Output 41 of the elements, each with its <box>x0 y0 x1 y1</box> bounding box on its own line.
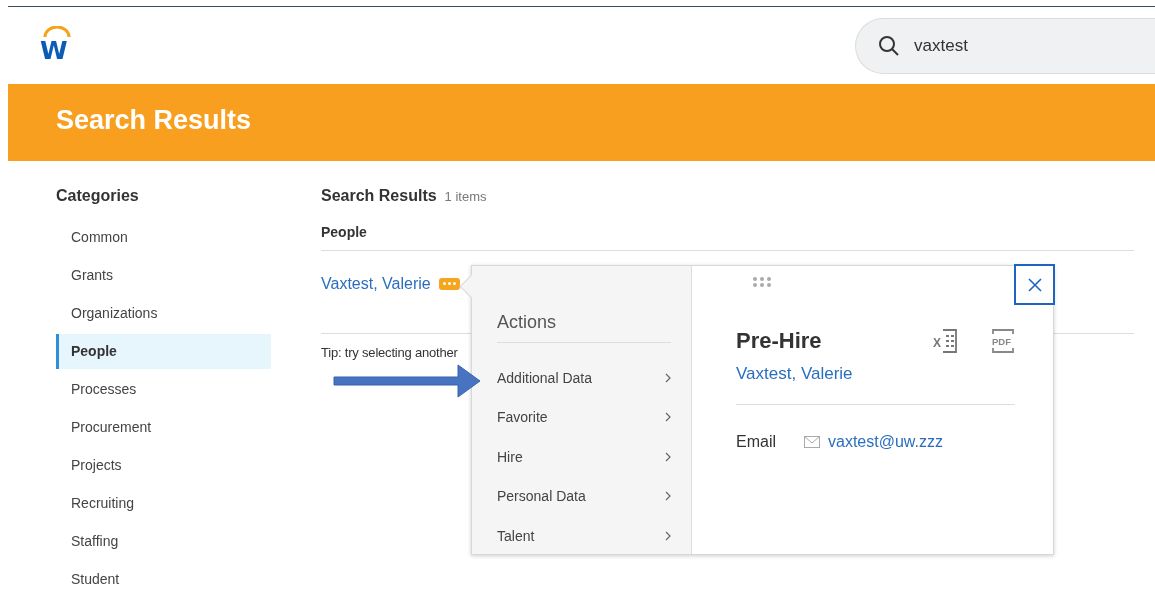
group-heading: People <box>321 224 1134 251</box>
category-item[interactable]: Organizations <box>56 296 271 331</box>
category-item[interactable]: Staffing <box>56 524 271 559</box>
chevron-right-icon <box>665 491 671 502</box>
results-title: Search Results <box>321 187 437 205</box>
category-item[interactable]: Recruiting <box>56 486 271 521</box>
category-item[interactable]: People <box>56 334 271 369</box>
menu-item[interactable]: Favorite <box>497 409 548 426</box>
drag-handle-icon[interactable] <box>752 276 772 288</box>
person-link[interactable]: Vaxtest, Valerie <box>321 274 431 293</box>
menu-item[interactable]: Hire <box>497 448 523 465</box>
category-item[interactable]: Processes <box>56 372 271 407</box>
tip-text: Tip: try selecting another <box>321 345 458 360</box>
page-title: Search Results <box>56 105 252 135</box>
menu-item[interactable]: Personal Data <box>497 488 586 505</box>
category-item[interactable]: Projects <box>56 448 271 483</box>
chevron-right-icon <box>665 372 671 383</box>
search-icon <box>878 34 900 57</box>
related-actions-button[interactable] <box>438 277 460 290</box>
category-item[interactable]: Grants <box>56 258 271 293</box>
arrow-icon <box>330 363 482 399</box>
chevron-right-icon <box>665 412 671 423</box>
chevron-right-icon <box>665 530 671 541</box>
category-item[interactable]: Common <box>56 220 271 255</box>
email-link[interactable]: vaxtest@uw.zzz <box>828 433 943 451</box>
menu-item[interactable]: Talent <box>497 527 535 544</box>
search-field[interactable]: vaxtest <box>855 17 1155 74</box>
sidebar-title: Categories <box>56 187 140 206</box>
close-icon <box>1027 277 1042 292</box>
category-item[interactable]: Procurement <box>56 410 271 445</box>
close-button[interactable] <box>1014 264 1055 305</box>
mail-icon <box>804 436 820 448</box>
menu-title: Actions <box>497 312 671 343</box>
result-count: 1 items <box>444 189 487 204</box>
category-item[interactable]: Student <box>56 562 271 592</box>
menu-item[interactable]: Additional Data <box>497 369 592 386</box>
popup-title: Pre-Hire <box>736 328 822 354</box>
logo[interactable]: W <box>40 25 74 66</box>
chevron-right-icon <box>665 451 671 462</box>
field-label: Email <box>736 433 777 451</box>
person-link[interactable]: Vaxtest, Valerie <box>736 364 1015 405</box>
